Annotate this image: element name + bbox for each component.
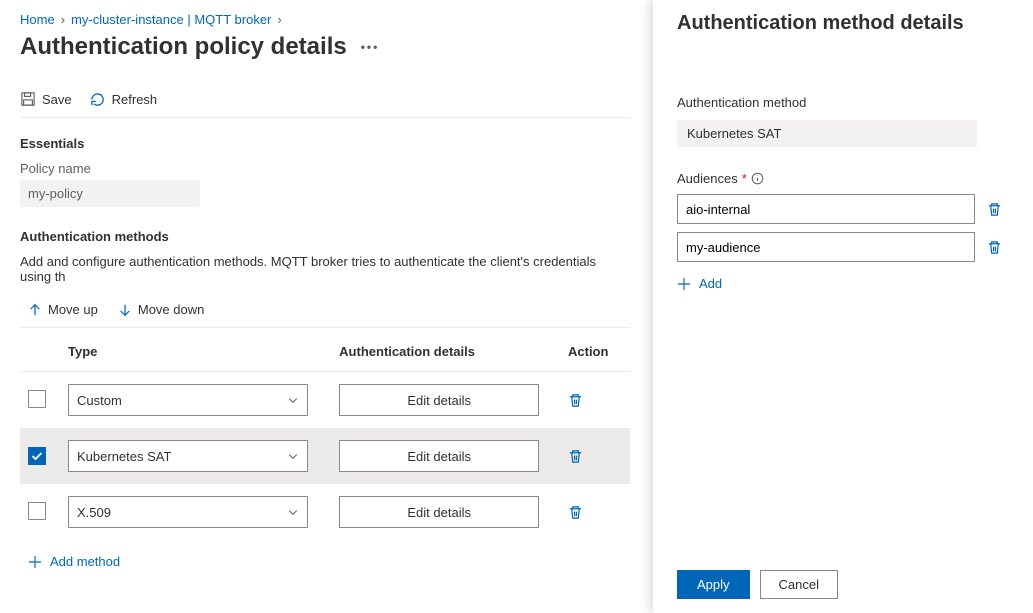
audiences-label: Audiences * (677, 171, 1009, 186)
table-row: Kubernetes SAT Edit details (20, 428, 630, 484)
chevron-down-icon (287, 394, 299, 406)
add-method-label: Add method (50, 554, 120, 569)
chevron-down-icon (287, 450, 299, 462)
auth-method-label: Authentication method (677, 95, 1009, 110)
delete-icon[interactable] (987, 240, 1002, 255)
type-value: X.509 (77, 505, 111, 520)
refresh-label: Refresh (112, 92, 158, 107)
chevron-right-icon: › (277, 12, 281, 27)
save-button[interactable]: Save (20, 91, 72, 107)
move-down-button[interactable]: Move down (118, 302, 204, 317)
chevron-down-icon (287, 506, 299, 518)
audience-row (677, 194, 1009, 224)
delete-icon[interactable] (987, 202, 1002, 217)
details-panel: Authentication method details Authentica… (653, 0, 1033, 613)
breadcrumb: Home › my-cluster-instance | MQTT broker… (20, 12, 630, 27)
page-title-text: Authentication policy details (20, 33, 347, 61)
type-select[interactable]: Kubernetes SAT (68, 440, 308, 472)
save-label: Save (42, 92, 72, 107)
delete-icon[interactable] (568, 505, 622, 520)
delete-icon[interactable] (568, 393, 622, 408)
table-row: X.509 Edit details (20, 484, 630, 540)
audiences-label-text: Audiences (677, 171, 738, 186)
row-checkbox[interactable] (28, 447, 46, 465)
plus-icon (677, 277, 691, 291)
type-select[interactable]: Custom (68, 384, 308, 416)
panel-footer: Apply Cancel (677, 558, 1009, 613)
row-checkbox[interactable] (28, 502, 46, 520)
add-audience-button[interactable]: Add (677, 276, 1009, 291)
add-method-button[interactable]: Add method (20, 554, 630, 569)
auth-method-value: Kubernetes SAT (677, 120, 977, 147)
type-value: Custom (77, 393, 122, 408)
col-details: Authentication details (331, 332, 560, 372)
audience-input[interactable] (677, 194, 975, 224)
chevron-right-icon: › (61, 12, 65, 27)
plus-icon (28, 555, 42, 569)
refresh-icon (90, 91, 106, 107)
col-type: Type (60, 332, 331, 372)
reorder-toolbar: Move up Move down (20, 294, 630, 328)
audience-row (677, 232, 1009, 262)
breadcrumb-cluster[interactable]: my-cluster-instance | MQTT broker (71, 12, 271, 27)
edit-details-button[interactable]: Edit details (339, 496, 539, 528)
required-asterisk: * (742, 171, 747, 186)
col-action: Action (560, 332, 630, 372)
move-up-label: Move up (48, 302, 98, 317)
add-audience-label: Add (699, 276, 722, 291)
edit-details-button[interactable]: Edit details (339, 440, 539, 472)
policy-name-input (20, 180, 200, 207)
cancel-button[interactable]: Cancel (760, 570, 838, 599)
panel-title: Authentication method details (677, 12, 1009, 35)
breadcrumb-home[interactable]: Home (20, 12, 55, 27)
toolbar: Save Refresh (20, 85, 630, 118)
apply-button[interactable]: Apply (677, 570, 750, 599)
page-title: Authentication policy details ••• (20, 33, 630, 61)
type-value: Kubernetes SAT (77, 449, 171, 464)
audience-input[interactable] (677, 232, 975, 262)
policy-name-label: Policy name (20, 161, 630, 176)
arrow-down-icon (118, 303, 132, 317)
methods-heading: Authentication methods (20, 229, 630, 244)
save-icon (20, 91, 36, 107)
type-select[interactable]: X.509 (68, 496, 308, 528)
info-icon[interactable] (751, 172, 764, 185)
more-menu-button[interactable]: ••• (361, 40, 380, 54)
arrow-up-icon (28, 303, 42, 317)
methods-description: Add and configure authentication methods… (20, 254, 630, 284)
delete-icon[interactable] (568, 449, 622, 464)
essentials-heading: Essentials (20, 136, 630, 151)
methods-table: Type Authentication details Action Custo… (20, 332, 630, 540)
table-row: Custom Edit details (20, 372, 630, 429)
move-up-button[interactable]: Move up (28, 302, 98, 317)
refresh-button[interactable]: Refresh (90, 91, 158, 107)
edit-details-button[interactable]: Edit details (339, 384, 539, 416)
row-checkbox[interactable] (28, 390, 46, 408)
move-down-label: Move down (138, 302, 204, 317)
